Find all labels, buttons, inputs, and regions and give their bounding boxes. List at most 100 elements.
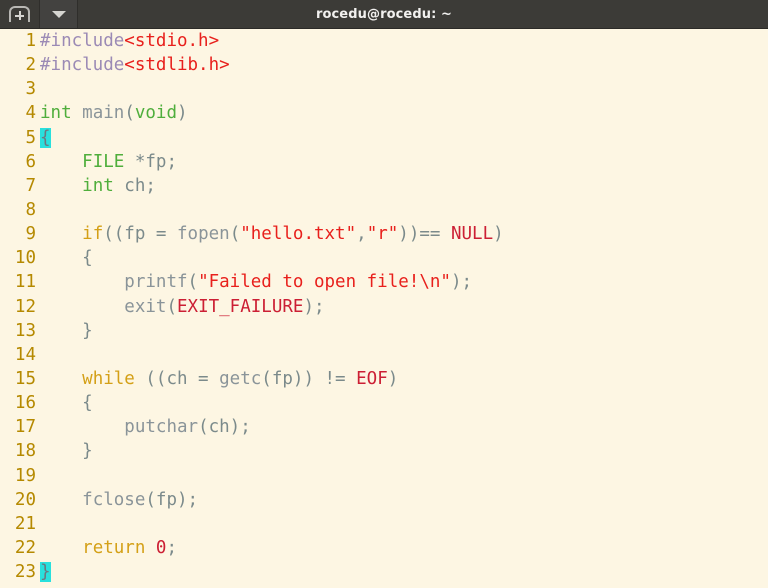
code-line[interactable]: 16 { xyxy=(0,391,768,415)
line-text xyxy=(36,77,40,101)
code-token: ( xyxy=(229,224,241,245)
code-line[interactable]: 8 xyxy=(0,198,768,222)
line-text: int main(void) xyxy=(36,101,188,125)
code-line[interactable]: 13 } xyxy=(0,319,768,343)
code-token: ) xyxy=(387,368,399,389)
code-token: , xyxy=(356,224,367,245)
code-token: #include xyxy=(40,55,125,76)
code-token: EXIT_FAILURE xyxy=(177,296,304,317)
code-line[interactable]: 18 } xyxy=(0,439,768,463)
code-token: main xyxy=(82,103,125,124)
code-token: (ch); xyxy=(198,417,251,438)
matching-brace-highlight: { xyxy=(40,127,51,148)
line-text: while ((ch = getc(fp)) != EOF) xyxy=(36,367,398,391)
line-text xyxy=(36,343,40,367)
matching-brace-highlight: } xyxy=(40,562,51,583)
line-number: 21 xyxy=(14,513,36,534)
code-line[interactable]: 5{ xyxy=(0,126,768,150)
new-tab-icon xyxy=(9,6,30,22)
code-token: (fp)) != xyxy=(261,368,357,389)
code-line[interactable]: 15 while ((ch = getc(fp)) != EOF) xyxy=(0,367,768,391)
code-line[interactable]: 1 #include<stdio.h> xyxy=(0,29,768,53)
code-token: 0 xyxy=(155,537,167,558)
line-number: 22 xyxy=(14,537,36,558)
line-text: if((fp = fopen("hello.txt","r"))== NULL) xyxy=(36,222,504,246)
tab-menu-button[interactable] xyxy=(40,0,78,28)
code-line[interactable]: 12 exit(EXIT_FAILURE); xyxy=(0,295,768,319)
code-line[interactable]: 11 printf("Failed to open file!\n"); xyxy=(0,270,768,294)
code-token: { xyxy=(40,248,93,269)
line-text xyxy=(36,198,40,222)
line-number: 14 xyxy=(14,344,36,365)
code-line[interactable]: 20 fclose(fp); xyxy=(0,488,768,512)
code-token: ) xyxy=(177,103,188,124)
window-titlebar: rocedu@rocedu: ~ xyxy=(0,0,768,29)
line-text: putchar(ch); xyxy=(36,415,251,439)
code-token: EOF xyxy=(356,368,388,389)
code-line[interactable]: 4 int main(void) xyxy=(0,101,768,125)
line-text: } xyxy=(36,319,93,343)
code-token: ( xyxy=(166,296,177,317)
code-token: <stdio.h> xyxy=(124,31,220,51)
line-number: 13 xyxy=(14,320,36,341)
code-line[interactable]: 9 if((fp = fopen("hello.txt","r"))== NUL… xyxy=(0,222,768,246)
code-line[interactable]: 2 #include<stdlib.h> xyxy=(0,53,768,77)
line-text: fclose(fp); xyxy=(36,488,198,512)
code-line[interactable]: 21 xyxy=(0,512,768,536)
code-token: NULL xyxy=(450,224,494,245)
code-token: exit xyxy=(124,296,167,317)
code-token: ((ch = xyxy=(134,368,220,389)
code-line[interactable]: 10 { xyxy=(0,246,768,270)
code-token: "r" xyxy=(366,224,399,245)
line-number: 16 xyxy=(14,393,36,414)
code-token: fopen xyxy=(177,224,230,245)
line-text: printf("Failed to open file!\n"); xyxy=(36,270,472,294)
code-token: <stdlib.h> xyxy=(124,55,230,76)
line-text: #include<stdlib.h> xyxy=(36,53,230,77)
line-text: { xyxy=(36,391,93,415)
line-number: 2 xyxy=(25,55,36,76)
line-number: 7 xyxy=(25,175,36,196)
code-token: { xyxy=(40,393,93,414)
code-token: } xyxy=(40,441,93,462)
code-line[interactable]: 7 int ch; xyxy=(0,174,768,198)
code-line[interactable]: 3 xyxy=(0,77,768,101)
line-number: 3 xyxy=(25,79,36,100)
code-token: ((fp = xyxy=(103,224,177,245)
line-number: 1 xyxy=(25,31,36,51)
code-token: "Failed to open file!\n" xyxy=(198,272,451,293)
code-token: "hello.txt" xyxy=(240,224,357,245)
line-number: 17 xyxy=(14,417,36,438)
code-line[interactable]: 17 putchar(ch); xyxy=(0,415,768,439)
code-line[interactable]: 19 xyxy=(0,464,768,488)
code-token: ); xyxy=(303,296,325,317)
line-number: 23 xyxy=(14,562,36,583)
code-token: ; xyxy=(166,537,178,558)
code-line[interactable]: 6 FILE *fp; xyxy=(0,150,768,174)
code-token: int xyxy=(82,175,114,196)
line-text: { xyxy=(36,246,93,270)
line-number: 11 xyxy=(14,272,36,293)
code-line[interactable]: 22 return 0; xyxy=(0,536,768,560)
code-token: } xyxy=(40,320,93,341)
code-editor[interactable]: 1 #include<stdio.h> 2 #include<stdlib.h> 3 4 i… xyxy=(0,29,768,588)
line-text xyxy=(36,512,40,536)
line-number: 8 xyxy=(25,199,36,220)
code-token: putchar xyxy=(124,417,199,438)
code-token: ); xyxy=(450,272,473,293)
code-token: getc xyxy=(219,368,262,389)
line-number: 19 xyxy=(14,465,36,486)
code-line[interactable]: 14 xyxy=(0,343,768,367)
code-line[interactable]: 23} xyxy=(0,560,768,584)
code-token: return xyxy=(82,537,146,558)
line-text xyxy=(36,464,40,488)
code-token: printf xyxy=(124,272,188,293)
new-tab-button[interactable] xyxy=(0,0,40,28)
line-text: exit(EXIT_FAILURE); xyxy=(36,295,325,319)
